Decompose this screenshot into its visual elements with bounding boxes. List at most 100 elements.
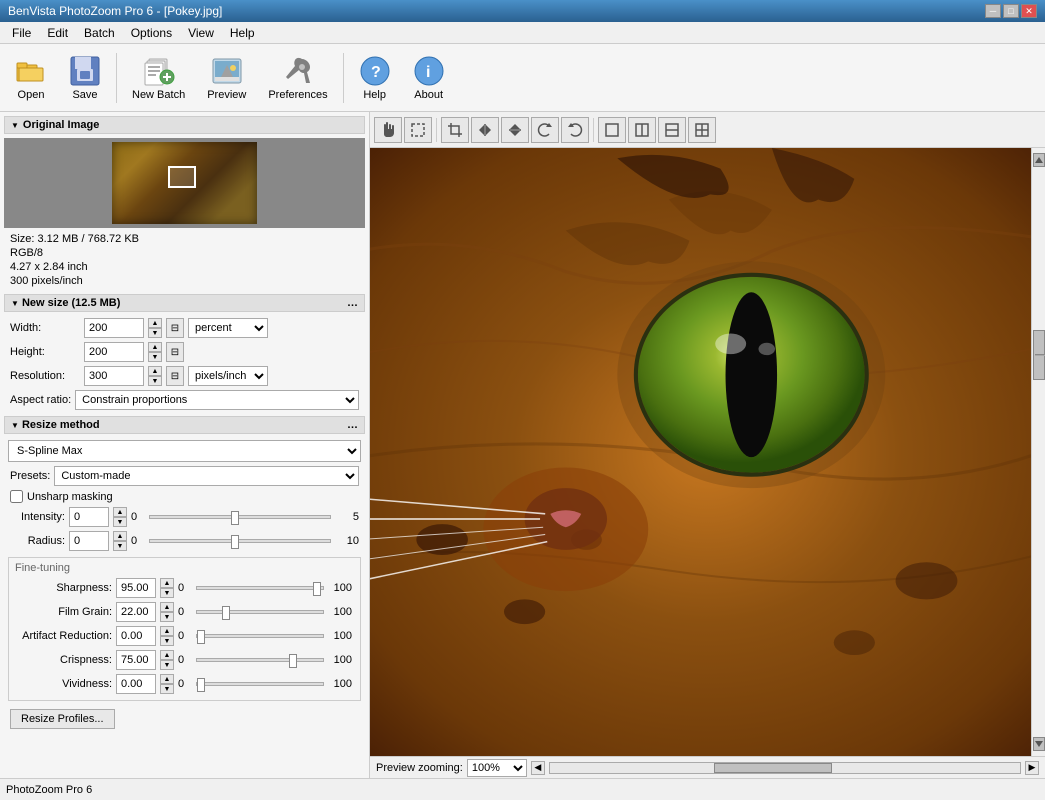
radius-track[interactable] <box>149 539 331 543</box>
resolution-input[interactable]: 300 <box>84 366 144 386</box>
rotate-cw-btn[interactable] <box>531 117 559 143</box>
sharpness-thumb[interactable] <box>313 582 321 596</box>
artifact-up[interactable]: ▲ <box>160 626 174 636</box>
sharp-down[interactable]: ▼ <box>160 588 174 598</box>
view-split-v-btn[interactable] <box>628 117 656 143</box>
radius-spinner[interactable]: ▲ ▼ <box>113 531 127 551</box>
sharpness-track[interactable] <box>196 586 324 590</box>
vivid-down[interactable]: ▼ <box>160 684 174 694</box>
res-down-btn[interactable]: ▼ <box>148 376 162 386</box>
scrollbar-thumb[interactable] <box>1033 330 1045 380</box>
vividness-track[interactable] <box>196 682 324 686</box>
menu-edit[interactable]: Edit <box>39 24 76 42</box>
image-view[interactable] <box>370 148 1045 756</box>
artifact-track[interactable] <box>196 634 324 638</box>
width-spinner[interactable]: ▲ ▼ <box>148 318 162 338</box>
film-grain-input[interactable]: 22.00 <box>116 602 156 622</box>
close-button[interactable]: ✕ <box>1021 4 1037 18</box>
vividness-thumb[interactable] <box>197 678 205 692</box>
intensity-down[interactable]: ▼ <box>113 517 127 527</box>
intensity-thumb[interactable] <box>231 511 239 525</box>
crisp-down[interactable]: ▼ <box>160 660 174 670</box>
resolution-unit-select[interactable]: pixels/inch pixels/cm <box>188 366 268 386</box>
preview-button[interactable]: Preview <box>198 50 255 106</box>
film-grain-spinner[interactable]: ▲ ▼ <box>160 602 174 622</box>
horizontal-scrollbar[interactable] <box>549 762 1021 774</box>
crispness-input[interactable]: 75.00 <box>116 650 156 670</box>
more-options-icon[interactable]: … <box>347 297 358 309</box>
sharp-up[interactable]: ▲ <box>160 578 174 588</box>
film-grain-track[interactable] <box>196 610 324 614</box>
scrollbar-down-btn[interactable] <box>1033 737 1045 751</box>
res-lock-btn[interactable]: ⊟ <box>166 366 184 386</box>
vivid-up[interactable]: ▲ <box>160 674 174 684</box>
width-down-btn[interactable]: ▼ <box>148 328 162 338</box>
flip-h-btn[interactable] <box>471 117 499 143</box>
intensity-input[interactable]: 0 <box>69 507 109 527</box>
width-input[interactable]: 200 <box>84 318 144 338</box>
height-up-btn[interactable]: ▲ <box>148 342 162 352</box>
crispness-track[interactable] <box>196 658 324 662</box>
resize-method-header[interactable]: ▼ Resize method … <box>4 416 365 434</box>
radius-thumb[interactable] <box>231 535 239 549</box>
new-size-header[interactable]: ▼ New size (12.5 MB) … <box>4 294 365 312</box>
rotate-ccw-btn[interactable] <box>561 117 589 143</box>
hscroll-left-btn[interactable]: ◀ <box>531 761 545 775</box>
width-lock-btn[interactable]: ⊟ <box>166 318 184 338</box>
presets-select[interactable]: Custom-made Photo Illustration <box>54 466 359 486</box>
hand-tool-btn[interactable] <box>374 117 402 143</box>
film-grain-thumb[interactable] <box>222 606 230 620</box>
flip-v-btn[interactable] <box>501 117 529 143</box>
about-button[interactable]: i About <box>404 50 454 106</box>
radius-input[interactable]: 0 <box>69 531 109 551</box>
film-up[interactable]: ▲ <box>160 602 174 612</box>
method-select[interactable]: S-Spline Max S-Spline Lanczos <box>8 440 361 462</box>
menu-batch[interactable]: Batch <box>76 24 123 42</box>
resize-method-more[interactable]: … <box>347 419 358 431</box>
hscroll-thumb[interactable] <box>714 763 832 773</box>
height-spinner[interactable]: ▲ ▼ <box>148 342 162 362</box>
menu-file[interactable]: File <box>4 24 39 42</box>
vertical-scrollbar[interactable] <box>1031 148 1045 756</box>
resize-profiles-button[interactable]: Resize Profiles... <box>10 709 115 729</box>
height-lock-btn[interactable]: ⊟ <box>166 342 184 362</box>
marquee-tool-btn[interactable] <box>404 117 432 143</box>
intensity-track[interactable] <box>149 515 331 519</box>
original-image-header[interactable]: ▼ Original Image <box>4 116 365 134</box>
res-up-btn[interactable]: ▲ <box>148 366 162 376</box>
open-button[interactable]: Open <box>6 50 56 106</box>
view-quad-btn[interactable] <box>688 117 716 143</box>
menu-help[interactable]: Help <box>222 24 263 42</box>
unit-select[interactable]: percent pixels inches <box>188 318 268 338</box>
save-button[interactable]: Save <box>60 50 110 106</box>
width-up-btn[interactable]: ▲ <box>148 318 162 328</box>
height-down-btn[interactable]: ▼ <box>148 352 162 362</box>
menu-view[interactable]: View <box>180 24 222 42</box>
maximize-button[interactable]: □ <box>1003 4 1019 18</box>
crop-btn[interactable] <box>441 117 469 143</box>
help-button[interactable]: ? Help <box>350 50 400 106</box>
preferences-button[interactable]: Preferences <box>259 50 336 106</box>
unsharp-checkbox[interactable] <box>10 490 23 503</box>
hscroll-right-btn[interactable]: ▶ <box>1025 761 1039 775</box>
view-single-btn[interactable] <box>598 117 626 143</box>
film-down[interactable]: ▼ <box>160 612 174 622</box>
view-split-h-btn[interactable] <box>658 117 686 143</box>
artifact-thumb[interactable] <box>197 630 205 644</box>
artifact-down[interactable]: ▼ <box>160 636 174 646</box>
crispness-thumb[interactable] <box>289 654 297 668</box>
scrollbar-up-btn[interactable] <box>1033 153 1045 167</box>
zoom-select[interactable]: 100% 50% 150% 200% <box>467 759 527 777</box>
intensity-up[interactable]: ▲ <box>113 507 127 517</box>
vividness-input[interactable]: 0.00 <box>116 674 156 694</box>
sharpness-spinner[interactable]: ▲ ▼ <box>160 578 174 598</box>
crispness-spinner[interactable]: ▲ ▼ <box>160 650 174 670</box>
vividness-spinner[interactable]: ▲ ▼ <box>160 674 174 694</box>
crisp-up[interactable]: ▲ <box>160 650 174 660</box>
height-input[interactable]: 200 <box>84 342 144 362</box>
sharpness-input[interactable]: 95.00 <box>116 578 156 598</box>
radius-up[interactable]: ▲ <box>113 531 127 541</box>
intensity-spinner[interactable]: ▲ ▼ <box>113 507 127 527</box>
artifact-spinner[interactable]: ▲ ▼ <box>160 626 174 646</box>
radius-down[interactable]: ▼ <box>113 541 127 551</box>
